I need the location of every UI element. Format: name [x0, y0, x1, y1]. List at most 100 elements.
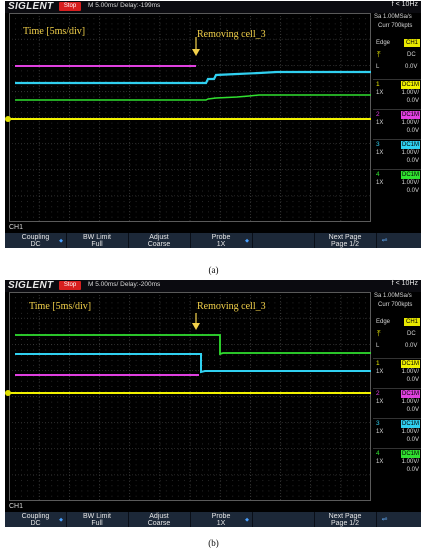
- volts-per-div: 1.00V/: [401, 429, 419, 435]
- softkey-bar: Coupling DC ◆ BW Limit Full Adjust Coars…: [5, 512, 421, 527]
- softkey-label: Adjust: [149, 234, 169, 241]
- probe-ratio: 1X: [376, 180, 384, 186]
- info-panel: Sa 1.00MSa/s Curr 700kpts Edge CH1 ⤒ DC …: [373, 292, 421, 501]
- scope-screen-a: SIGLENT Stop M 5.00ms/ Delay:-199ms f < …: [5, 1, 421, 248]
- channel-coupling-badge: DC1M: [400, 450, 420, 458]
- trigger-coupling: DC: [407, 52, 416, 58]
- softkey-value: Full: [91, 241, 103, 248]
- probe-ratio: 1X: [376, 150, 384, 156]
- sample-rate: Sa 1.00MSa/s: [374, 293, 412, 299]
- softkey-bar: Coupling DC ◆ BW Limit Full Adjust Coars…: [5, 233, 421, 248]
- softkey-label: BW Limit: [83, 234, 111, 241]
- probe-ratio: 1X: [376, 369, 384, 375]
- trigger-source-badge[interactable]: CH1: [404, 318, 421, 326]
- softkey-label: Coupling: [21, 234, 50, 241]
- time-annotation: Time [5ms/div]: [29, 301, 92, 312]
- channel-number: 4: [376, 450, 380, 457]
- usb-icon[interactable]: ⇌: [379, 514, 390, 525]
- softkey-adjust[interactable]: Adjust Coarse: [128, 233, 191, 248]
- trigger-level-label: L: [376, 343, 380, 349]
- softkey-empty[interactable]: [252, 512, 315, 527]
- run-stop-status[interactable]: Stop: [59, 281, 81, 290]
- run-stop-status[interactable]: Stop: [59, 2, 81, 11]
- channel-3-info[interactable]: 3 DC1M 1X 1.00V/ 0.0V: [373, 139, 421, 168]
- channel-number: 2: [376, 390, 380, 397]
- memory-depth: Curr 700kpts: [378, 302, 413, 308]
- channel-coupling-badge: DC1M: [400, 420, 420, 428]
- volts-per-div: 1.00V/: [401, 120, 419, 126]
- softkey-arrow-icon: ◆: [59, 517, 63, 523]
- volts-per-div: 1.00V/: [401, 369, 419, 375]
- channel-coupling-badge: DC1M: [400, 141, 420, 149]
- softkey-value: 1X: [216, 241, 226, 248]
- softkey-bw-limit[interactable]: BW Limit Full: [66, 512, 129, 527]
- softkey-value: Page 1/2: [330, 520, 360, 527]
- probe-ratio: 1X: [376, 399, 384, 405]
- softkey-label: BW Limit: [83, 513, 111, 520]
- figure-caption-a: (a): [208, 265, 219, 275]
- volts-per-div: 1.00V/: [401, 150, 419, 156]
- channel-offset: 0.0V: [406, 407, 419, 413]
- softkey-bw-limit[interactable]: BW Limit Full: [66, 233, 129, 248]
- channel-2-info[interactable]: 2 DC1M 1X 1.00V/ 0.0V: [373, 109, 421, 138]
- channel-offset: 0.0V: [406, 467, 419, 473]
- softkey-arrow-icon: ◆: [245, 238, 249, 244]
- channel-4-info[interactable]: 4 DC1M 1X 1.00V/ 0.0V: [373, 448, 421, 477]
- trigger-frequency: f < 10Hz: [391, 280, 418, 287]
- softkey-value: Coarse: [147, 520, 171, 527]
- softkey-label: Next Page: [328, 513, 362, 520]
- channel-number: 3: [376, 420, 380, 427]
- softkey-label: Adjust: [149, 513, 169, 520]
- usb-icon[interactable]: ⇌: [379, 235, 390, 246]
- menu-title: CH1: [9, 224, 24, 231]
- channel-2-info[interactable]: 2 DC1M 1X 1.00V/ 0.0V: [373, 388, 421, 417]
- softkey-label: Next Page: [328, 234, 362, 241]
- channel-coupling-badge: DC1M: [400, 390, 420, 398]
- time-annotation: Time [5ms/div]: [23, 26, 86, 37]
- softkey-probe[interactable]: Probe 1X ◆: [190, 233, 253, 248]
- softkey-label: [252, 512, 314, 513]
- channel-number: 3: [376, 141, 380, 148]
- siglent-logo: SIGLENT: [8, 1, 54, 12]
- trigger-type[interactable]: Edge: [376, 319, 390, 325]
- softkey-coupling[interactable]: Coupling DC ◆: [5, 233, 67, 248]
- probe-ratio: 1X: [376, 459, 384, 465]
- trigger-level: 0.0V: [405, 64, 418, 70]
- softkey-value: 1X: [216, 520, 226, 527]
- trigger-level-label: L: [376, 64, 380, 70]
- channel-offset: 0.0V: [406, 437, 419, 443]
- volts-per-div: 1.00V/: [401, 459, 419, 465]
- softkey-value: Coarse: [147, 241, 171, 248]
- softkey-next-page[interactable]: Next Page Page 1/2: [314, 233, 377, 248]
- ch1-ground-marker-icon[interactable]: [5, 390, 11, 396]
- softkey-next-page[interactable]: Next Page Page 1/2: [314, 512, 377, 527]
- waveform-grid: [9, 13, 371, 222]
- probe-ratio: 1X: [376, 429, 384, 435]
- channel-number: 1: [376, 81, 380, 88]
- channel-coupling-badge: DC1M: [400, 171, 420, 179]
- softkey-label: Probe: [211, 234, 231, 241]
- channel-4-info[interactable]: 4 DC1M 1X 1.00V/ 0.0V: [373, 169, 421, 198]
- channel-offset: 0.0V: [406, 158, 419, 164]
- softkey-empty[interactable]: [252, 233, 315, 248]
- trigger-coupling: DC: [407, 331, 416, 337]
- ch1-ground-marker-icon[interactable]: [5, 116, 11, 122]
- channel-1-info[interactable]: 1 DC1M 1X 1.00V/ 0.0V: [373, 358, 421, 387]
- channel-1-info[interactable]: 1 DC1M 1X 1.00V/ 0.0V: [373, 79, 421, 108]
- channel-number: 4: [376, 171, 380, 178]
- channel-offset: 0.0V: [406, 188, 419, 194]
- softkey-probe[interactable]: Probe 1X ◆: [190, 512, 253, 527]
- channel-coupling-badge: DC1M: [400, 360, 420, 368]
- channel-offset: 0.0V: [406, 377, 419, 383]
- status-bar: SIGLENT Stop M 5.00ms/ Delay:-200ms f < …: [5, 280, 421, 292]
- channel-3-info[interactable]: 3 DC1M 1X 1.00V/ 0.0V: [373, 418, 421, 447]
- softkey-coupling[interactable]: Coupling DC ◆: [5, 512, 67, 527]
- trigger-source-badge[interactable]: CH1: [404, 39, 421, 47]
- channel-offset: 0.0V: [406, 98, 419, 104]
- trigger-type[interactable]: Edge: [376, 40, 390, 46]
- channel-coupling-badge: DC1M: [400, 81, 420, 89]
- siglent-logo: SIGLENT: [8, 280, 54, 291]
- scope-screen-b: SIGLENT Stop M 5.00ms/ Delay:-200ms f < …: [5, 280, 421, 527]
- volts-per-div: 1.00V/: [401, 180, 419, 186]
- softkey-adjust[interactable]: Adjust Coarse: [128, 512, 191, 527]
